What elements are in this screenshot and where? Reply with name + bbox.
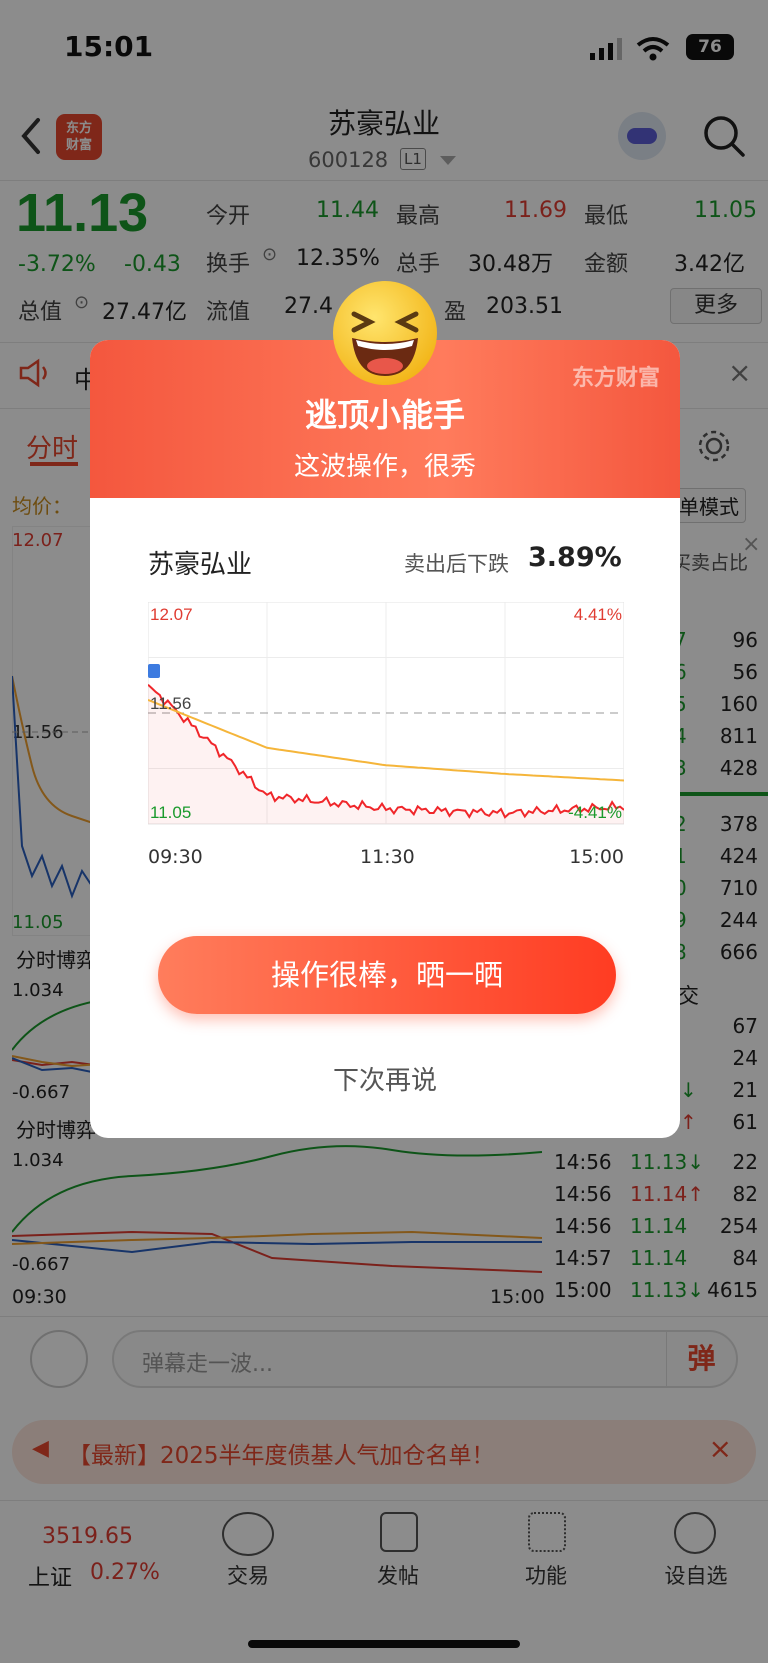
pct-low-label: -4.41% <box>568 803 622 822</box>
dismiss-button[interactable]: 下次再说 <box>90 1060 680 1097</box>
modal-stock-name: 苏豪弘业 <box>148 550 253 580</box>
share-button[interactable]: 操作很棒，晒一晒 <box>158 936 616 1014</box>
y-low-label: 11.05 <box>150 803 191 822</box>
pct-high-label: 4.41% <box>574 605 622 624</box>
brand-watermark: 东方财富 <box>571 366 660 391</box>
time-label: 09:30 <box>148 846 203 868</box>
modal-chart: 12.07 11.56 11.05 4.41% -4.41% <box>148 602 624 825</box>
modal-subtitle: 这波操作，很秀 <box>293 452 476 482</box>
achievement-modal: 东方财富 逃顶小能手 这波操作，很秀 苏豪弘业 卖出后下跌 3.89% 12.0… <box>90 340 680 1138</box>
modal-title: 逃顶小能手 <box>304 396 465 434</box>
time-label: 11:30 <box>360 846 415 868</box>
drop-value: 3.89% <box>528 542 622 573</box>
y-high-label: 12.07 <box>150 605 193 624</box>
sell-marker-icon <box>148 664 160 678</box>
drop-label: 卖出后下跌 <box>404 552 509 576</box>
y-mid-label: 11.56 <box>150 694 191 713</box>
time-label: 15:00 <box>569 846 624 868</box>
laughing-emoji-icon <box>333 281 437 385</box>
